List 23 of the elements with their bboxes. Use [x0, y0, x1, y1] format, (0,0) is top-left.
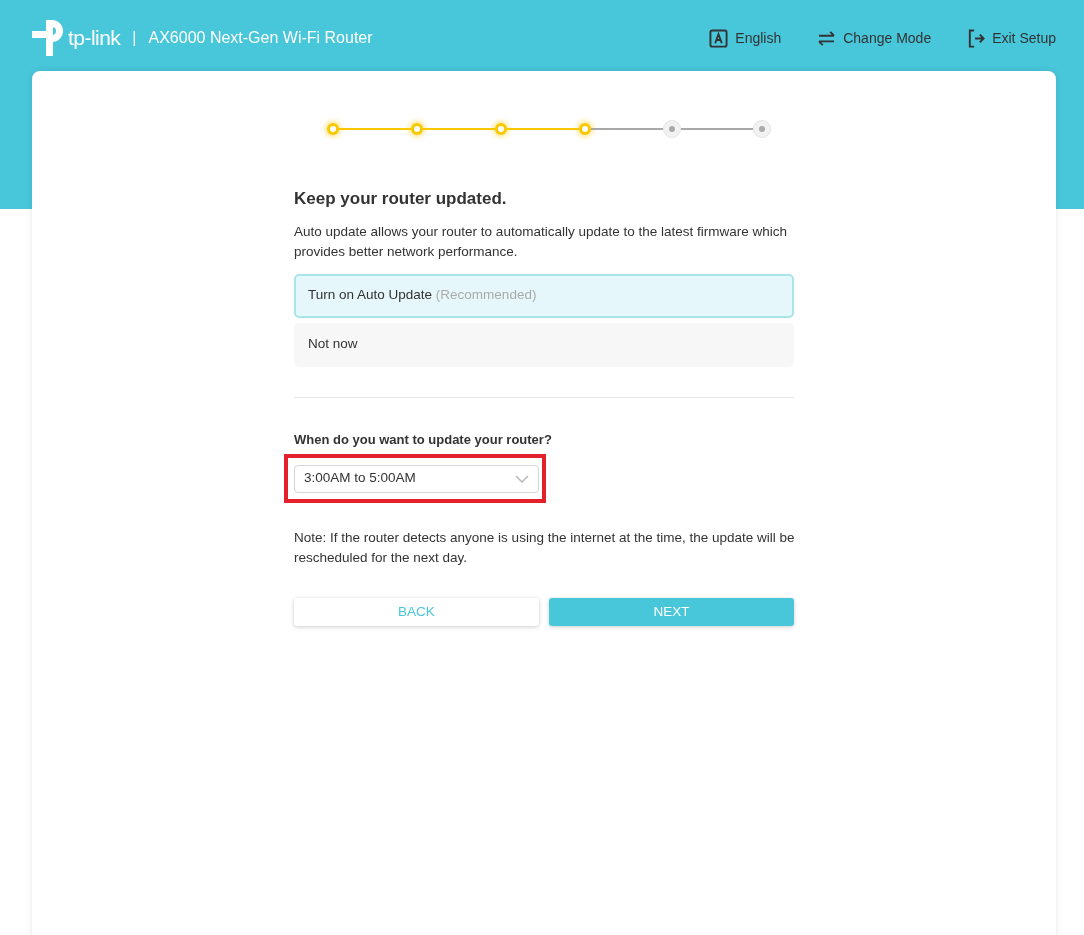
time-dropdown[interactable]: 3:00AM to 5:00AM: [294, 464, 539, 493]
product-name: AX6000 Next-Gen Wi-Fi Router: [148, 28, 373, 48]
header-action-link[interactable]: Change Mode: [817, 27, 932, 49]
separator-text: |: [132, 28, 137, 48]
swap-arrows-icon: [817, 30, 837, 46]
step-connector: [339, 128, 411, 130]
logo-icon: [32, 20, 66, 56]
option-item[interactable]: Not now: [294, 322, 794, 367]
letter-a-icon: [709, 28, 729, 48]
page-title: Keep your router updated.: [294, 188, 508, 210]
note-text: Note: If the router detects anyone is using the internet at the time, the update will be rescheduled for the next day.: [294, 529, 796, 567]
header-action-link[interactable]: English: [709, 27, 782, 49]
step-connector: [681, 128, 753, 130]
step-connector: [591, 128, 663, 130]
chevron-down-icon: [515, 474, 529, 483]
step-connector: [507, 128, 579, 130]
step-connector: [423, 128, 495, 130]
question-label: When do you want to update your router?: [294, 430, 553, 449]
header-action-link[interactable]: Exit Setup: [967, 27, 1056, 49]
logo-text: tp-link: [68, 25, 121, 52]
description-text: Auto update allows your router to automatically update to the latest firmware which provides better network performance.: [294, 222, 788, 261]
option-item[interactable]: Turn on Auto Update (Recommended): [294, 273, 794, 318]
exit-icon: [967, 28, 986, 48]
